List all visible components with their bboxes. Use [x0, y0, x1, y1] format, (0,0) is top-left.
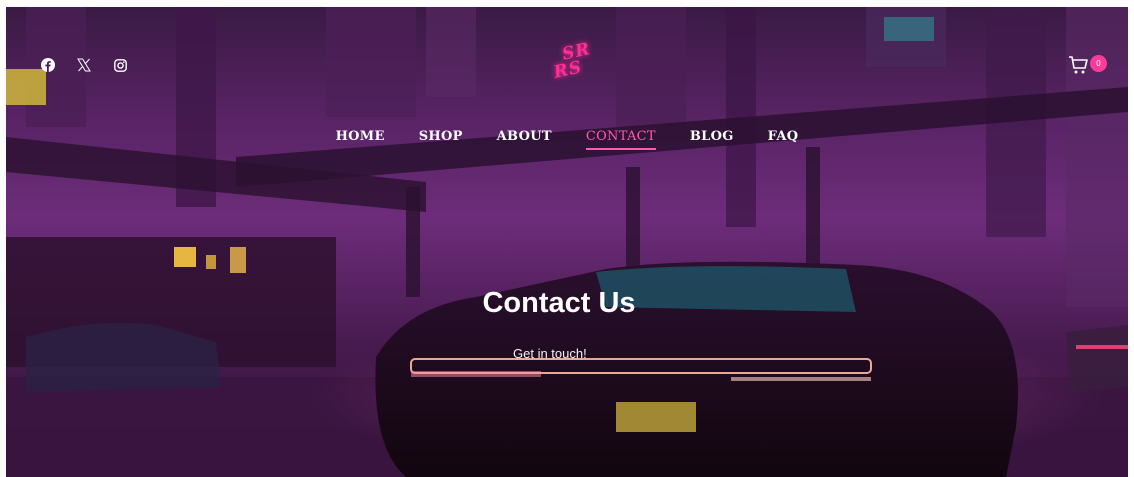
main-navigation: HOME SHOP ABOUT CONTACT BLOG FAQ	[6, 129, 1128, 150]
cart-button[interactable]: 0	[1068, 55, 1108, 77]
nav-home[interactable]: HOME	[336, 129, 385, 148]
page-title: Contact Us	[482, 287, 636, 319]
cart-count-badge: 0	[1090, 55, 1107, 72]
nav-blog[interactable]: BLOG	[690, 129, 734, 148]
x-twitter-icon[interactable]	[76, 57, 92, 73]
instagram-icon[interactable]	[112, 57, 128, 73]
cart-icon	[1069, 56, 1088, 74]
nav-faq[interactable]: FAQ	[768, 129, 799, 148]
social-links	[40, 57, 128, 73]
nav-contact[interactable]: CONTACT	[585, 129, 656, 150]
page-subtitle: Get in touch!	[513, 346, 587, 361]
hero-section: SR RS 0 HOME SHOP ABOUT CONTACT BLOG FAQ…	[6, 7, 1128, 477]
facebook-icon[interactable]	[40, 57, 56, 73]
nav-shop[interactable]: SHOP	[419, 129, 463, 148]
nav-about[interactable]: ABOUT	[497, 129, 552, 148]
